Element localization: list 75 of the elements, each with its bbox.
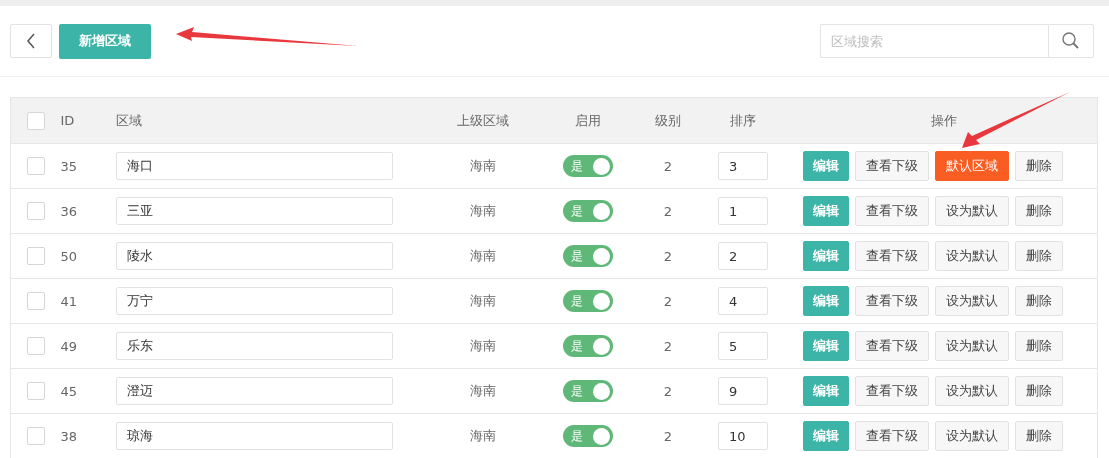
- select-all-checkbox[interactable]: [26, 111, 45, 130]
- delete-button[interactable]: 删除: [1014, 421, 1063, 451]
- sort-field[interactable]: 5: [718, 332, 768, 360]
- row-checkbox[interactable]: [26, 157, 45, 175]
- sort-field[interactable]: 10: [718, 422, 768, 450]
- delete-button[interactable]: 删除: [1014, 331, 1063, 361]
- default-button[interactable]: 设为默认: [934, 196, 1009, 226]
- column-header: 上级区域: [457, 112, 509, 128]
- level-cell: 2: [663, 293, 673, 309]
- id-cell: 41: [60, 293, 78, 309]
- default-button[interactable]: 设为默认: [934, 286, 1009, 316]
- level-cell: 2: [663, 338, 673, 354]
- search-field[interactable]: 区域搜索: [820, 24, 1048, 58]
- sort-field[interactable]: 3: [718, 152, 768, 180]
- view-children-button[interactable]: 查看下级: [854, 151, 929, 181]
- column-header: 排序: [730, 112, 756, 128]
- level-cell: 2: [663, 203, 673, 219]
- region-name-field[interactable]: 澄迈: [115, 377, 393, 405]
- delete-button[interactable]: 删除: [1014, 196, 1063, 226]
- sort-field[interactable]: 1: [718, 197, 768, 225]
- delete-button[interactable]: 删除: [1014, 376, 1063, 406]
- region-name-field[interactable]: 琼海: [115, 422, 393, 450]
- parent-region-cell: 海南: [470, 203, 496, 218]
- view-children-button[interactable]: 查看下级: [854, 196, 929, 226]
- sort-field[interactable]: 2: [718, 242, 768, 270]
- id-cell: 49: [60, 338, 78, 354]
- region-name-field[interactable]: 陵水: [115, 242, 393, 270]
- view-children-button[interactable]: 查看下级: [854, 421, 929, 451]
- row-checkbox[interactable]: [26, 202, 45, 220]
- level-cell: 2: [663, 428, 673, 444]
- id-cell: 45: [60, 383, 78, 399]
- default-button[interactable]: 设为默认: [934, 241, 1009, 271]
- region-name-field[interactable]: 万宁: [115, 287, 393, 315]
- default-button[interactable]: 设为默认: [934, 421, 1009, 451]
- id-cell: 50: [60, 248, 78, 264]
- parent-region-cell: 海南: [470, 158, 496, 173]
- row-checkbox[interactable]: [26, 337, 45, 355]
- column-header: 区域: [115, 112, 142, 128]
- view-children-button[interactable]: 查看下级: [854, 376, 929, 406]
- id-cell: 38: [60, 428, 78, 444]
- parent-region-cell: 海南: [470, 338, 496, 353]
- search-icon: [1061, 31, 1081, 51]
- view-children-button[interactable]: 查看下级: [854, 286, 929, 316]
- view-children-button[interactable]: 查看下级: [854, 241, 929, 271]
- column-header: ID: [60, 113, 75, 128]
- default-button[interactable]: 设为默认: [934, 331, 1009, 361]
- parent-region-cell: 海南: [470, 383, 496, 398]
- region-name-field[interactable]: 乐东: [115, 332, 393, 360]
- row-checkbox[interactable]: [26, 292, 45, 310]
- region-name-field[interactable]: 海口: [115, 152, 393, 180]
- parent-region-cell: 海南: [470, 248, 496, 263]
- back-button[interactable]: [10, 24, 52, 58]
- level-cell: 2: [663, 248, 673, 264]
- column-header: 级别: [655, 112, 681, 128]
- parent-region-cell: 海南: [470, 428, 496, 443]
- column-header: 操作: [930, 112, 957, 128]
- row-checkbox[interactable]: [26, 427, 45, 445]
- delete-button[interactable]: 删除: [1014, 286, 1063, 316]
- parent-region-cell: 海南: [470, 293, 496, 308]
- sort-field[interactable]: 9: [718, 377, 768, 405]
- row-checkbox[interactable]: [26, 247, 45, 265]
- row-checkbox[interactable]: [26, 382, 45, 400]
- level-cell: 2: [663, 383, 673, 399]
- view-children-button[interactable]: 查看下级: [854, 331, 929, 361]
- sort-field[interactable]: 4: [718, 287, 768, 315]
- region-name-field[interactable]: 三亚: [115, 197, 393, 225]
- level-cell: 2: [663, 158, 673, 174]
- id-cell: 35: [60, 158, 78, 174]
- default-button[interactable]: 设为默认: [934, 376, 1009, 406]
- column-header: 启用: [575, 112, 601, 128]
- chevron-left-icon: [26, 33, 36, 49]
- id-cell: 36: [60, 203, 78, 219]
- delete-button[interactable]: 删除: [1014, 151, 1063, 181]
- search-button[interactable]: [1048, 24, 1094, 58]
- delete-button[interactable]: 删除: [1014, 241, 1063, 271]
